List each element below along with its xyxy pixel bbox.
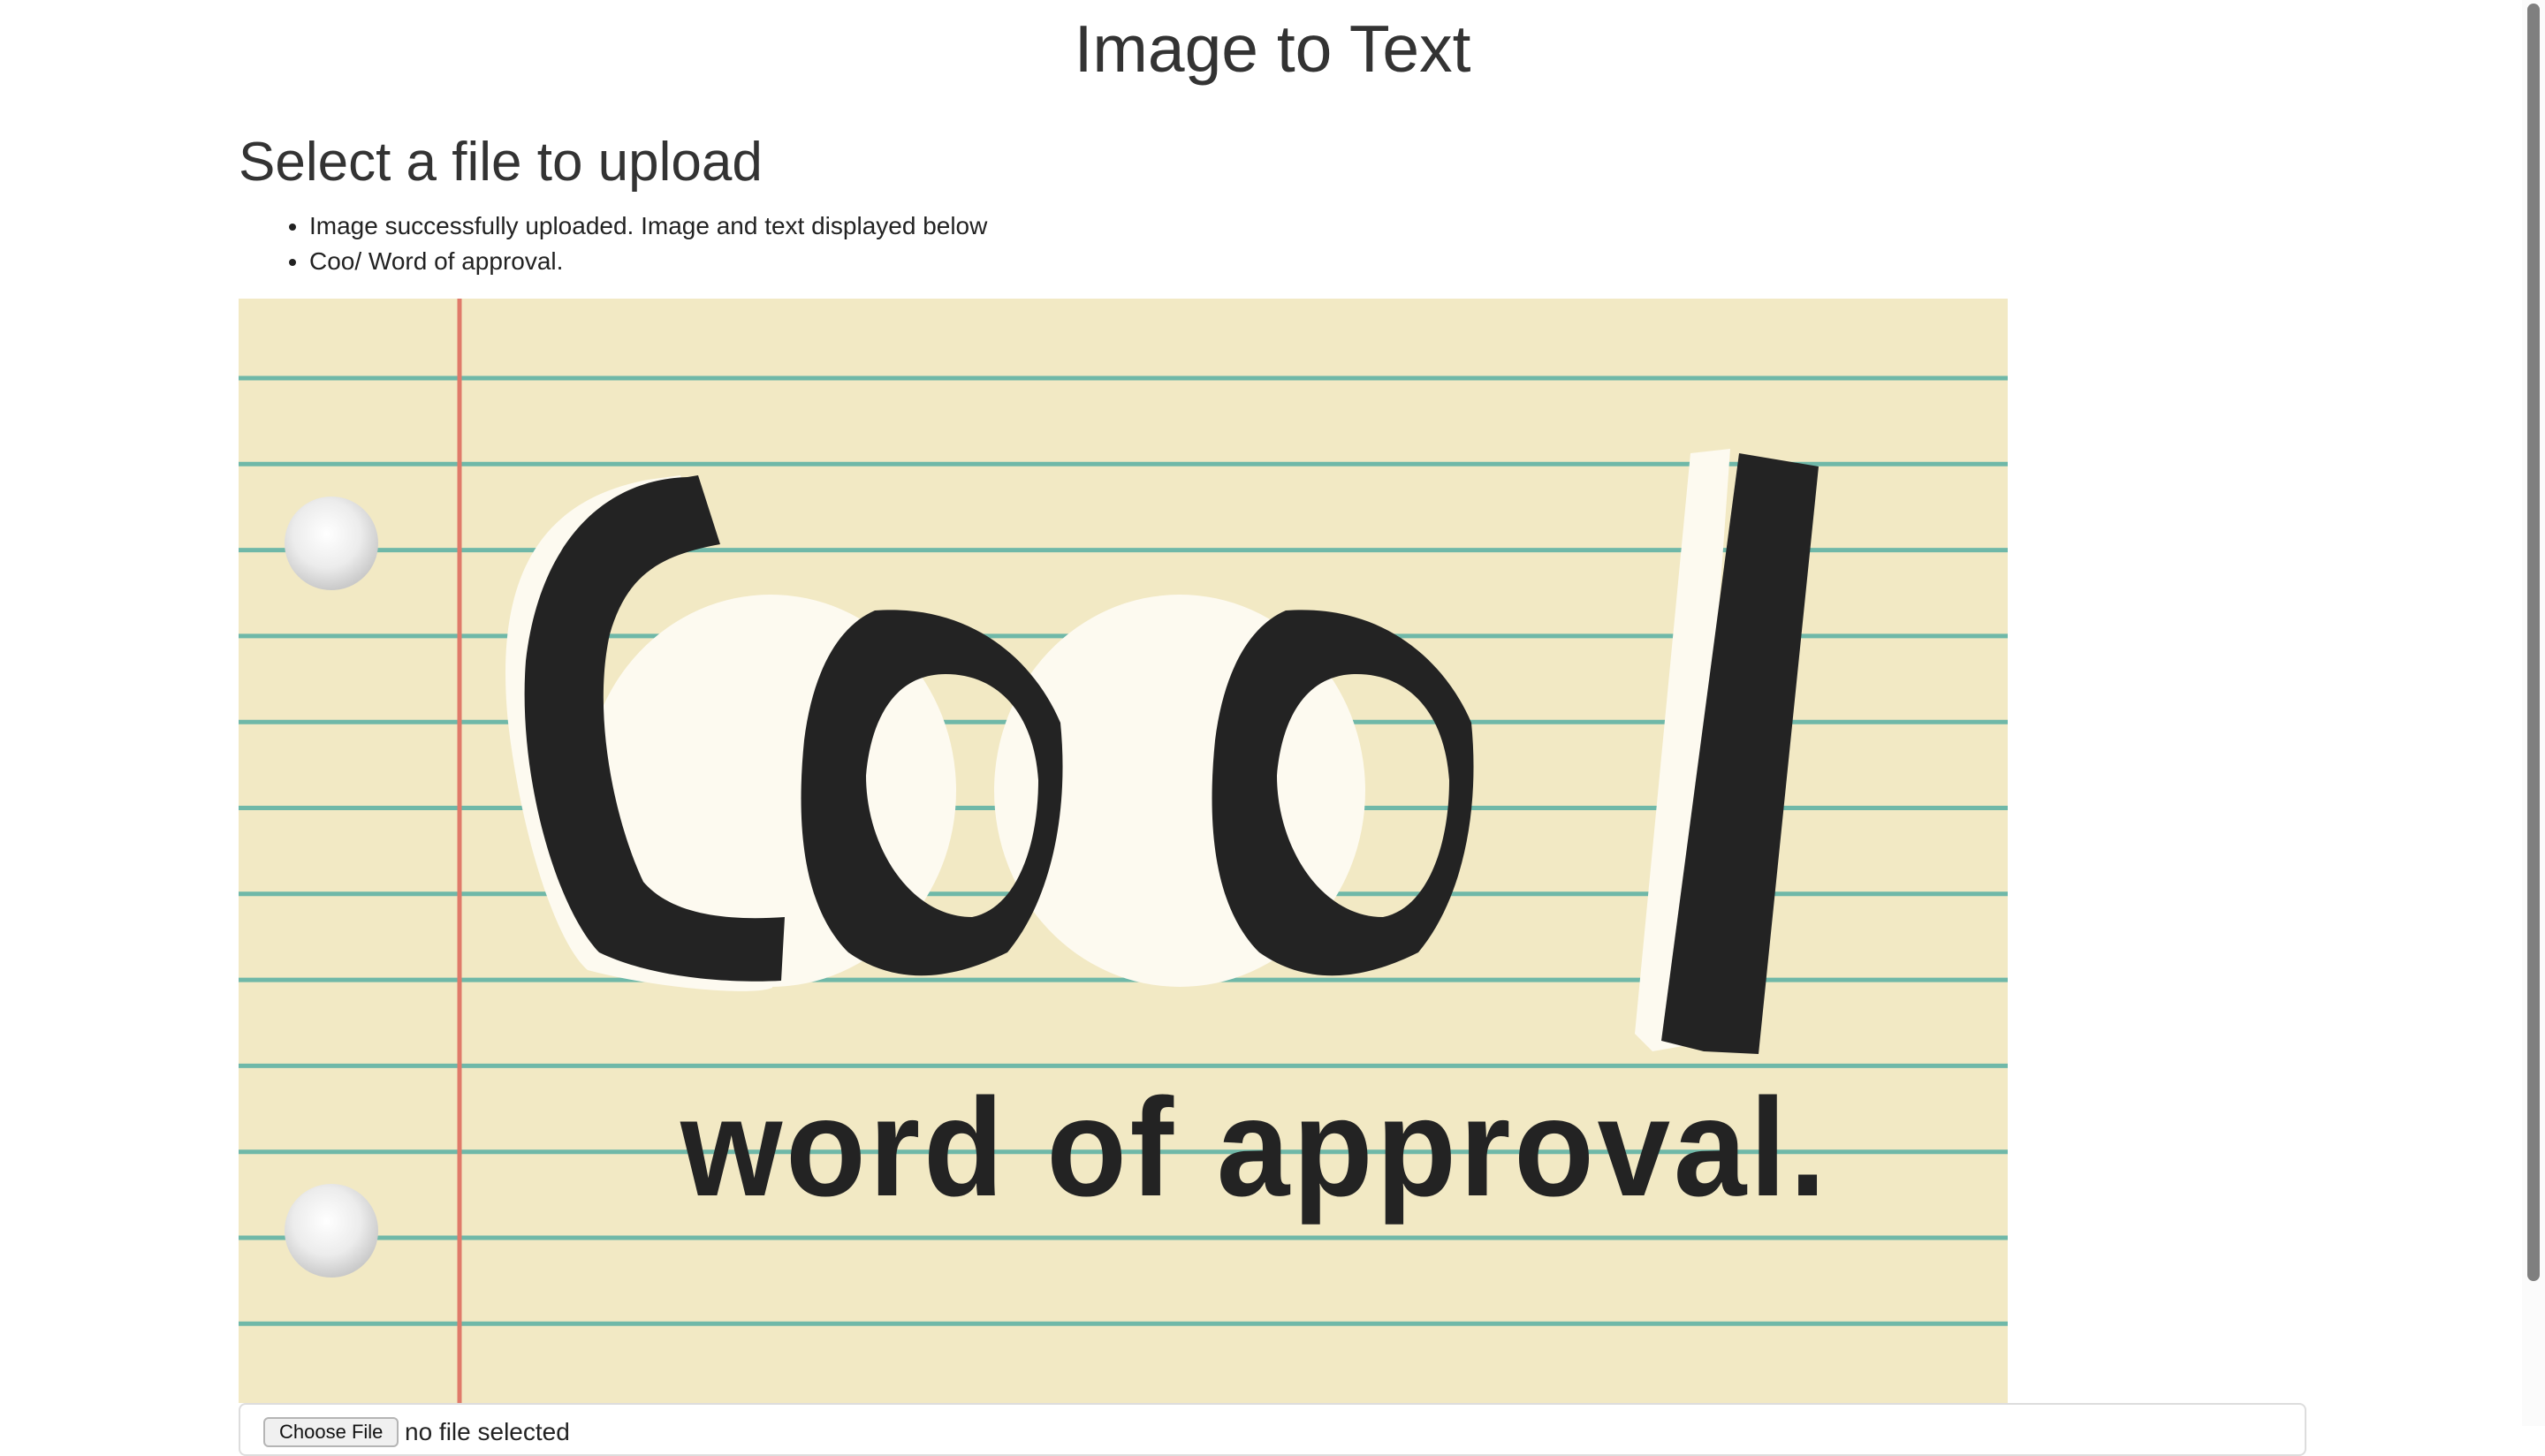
punch-hole-bottom bbox=[285, 1184, 378, 1278]
message-list: Image successfully uploaded. Image and t… bbox=[239, 209, 987, 279]
extracted-text: Coo/ Word of approval. bbox=[309, 244, 987, 279]
scrollbar[interactable] bbox=[2522, 0, 2545, 1426]
file-status: no file selected bbox=[405, 1418, 570, 1445]
success-message: Image successfully uploaded. Image and t… bbox=[309, 209, 987, 244]
punch-hole-top bbox=[285, 497, 378, 590]
scrollbar-thumb[interactable] bbox=[2527, 4, 2540, 1281]
uploaded-image: word of approval. bbox=[239, 299, 2008, 1403]
upload-section-title: Select a file to upload bbox=[239, 132, 763, 193]
upload-form: Choose File no file selected bbox=[239, 1403, 2306, 1456]
caption-text: word of approval. bbox=[680, 1070, 1829, 1225]
page-title: Image to Text bbox=[1074, 11, 1471, 86]
notebook-paper-graphic: word of approval. bbox=[239, 299, 2008, 1403]
choose-file-button[interactable]: Choose File bbox=[263, 1417, 399, 1447]
